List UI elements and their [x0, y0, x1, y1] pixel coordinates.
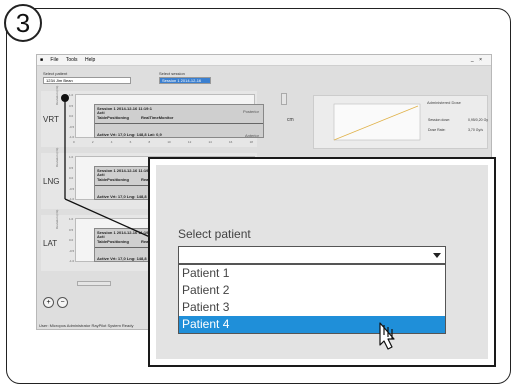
chevron-down-icon[interactable]: [433, 253, 441, 258]
select-patient-label: Select patient: [178, 227, 251, 241]
option-patient-3[interactable]: Patient 3: [179, 299, 445, 316]
option-patient-2[interactable]: Patient 2: [179, 282, 445, 299]
callout-body: Select patient Patient 1 Patient 2 Patie…: [156, 165, 488, 359]
tutorial-step: 3 ■ File Tools Help _ × Select patient 1…: [0, 0, 517, 391]
option-patient-1[interactable]: Patient 1: [179, 265, 445, 282]
zoom-callout: Select patient Patient 1 Patient 2 Patie…: [148, 157, 496, 367]
option-patient-4[interactable]: Patient 4: [179, 316, 445, 333]
patient-options: Patient 1 Patient 2 Patient 3 Patient 4: [178, 264, 446, 334]
patient-dropdown[interactable]: [178, 246, 446, 264]
pointer-cursor-icon: [379, 322, 395, 350]
